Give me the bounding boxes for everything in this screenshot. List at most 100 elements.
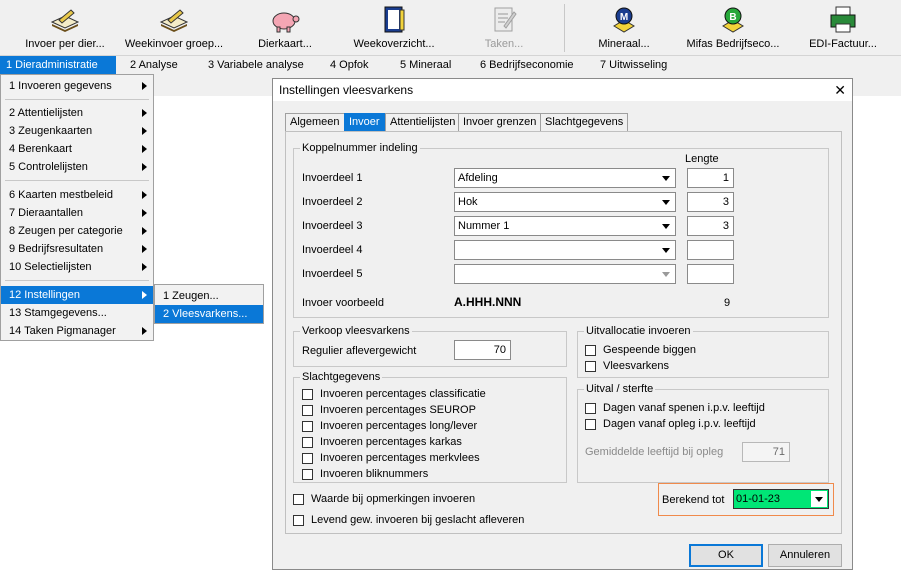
menu-item-label: 5 Controlelijsten xyxy=(9,161,88,173)
chevron-down-icon[interactable] xyxy=(658,170,674,186)
menu-item-taken-pigmanager[interactable]: 14 Taken Pigmanager xyxy=(1,322,153,340)
pig-icon xyxy=(272,12,300,33)
invoerdeel-2-length[interactable]: 3 xyxy=(687,192,734,212)
menu-item-controlelijsten[interactable]: 5 Controlelijsten xyxy=(1,158,153,176)
dierkaart-button[interactable]: Dierkaart... xyxy=(252,0,318,56)
invoerdeel-5-select[interactable] xyxy=(454,264,676,284)
invoerdeel-4-select[interactable] xyxy=(454,240,676,260)
checkbox-label: Waarde bij opmerkingen invoeren xyxy=(311,493,476,505)
invoerdeel-1-label: Invoerdeel 1 xyxy=(302,172,363,184)
tab-invoer[interactable]: Invoer xyxy=(344,113,385,131)
ok-button[interactable]: OK xyxy=(689,544,763,567)
chevron-down-icon[interactable] xyxy=(658,242,674,258)
chevron-down-icon[interactable] xyxy=(811,491,827,507)
invoerdeel-5-length[interactable] xyxy=(687,264,734,284)
invoerdeel-1-select[interactable]: Afdeling xyxy=(454,168,676,188)
weekinvoer-groep-button[interactable]: Weekinvoer groep... xyxy=(120,0,228,56)
menu-item-dieraantallen[interactable]: 7 Dieraantallen xyxy=(1,204,153,222)
checkbox-waarde-opmerkingen[interactable]: Waarde bij opmerkingen invoeren xyxy=(293,493,533,507)
taken-button[interactable]: Taken... xyxy=(474,0,534,56)
menu-bar: 1 Dieradministratie 2 Analyse 3 Variabel… xyxy=(0,56,901,74)
invoerdeel-2-select[interactable]: Hok xyxy=(454,192,676,212)
select-value: 01-01-23 xyxy=(736,493,781,505)
checkbox-box[interactable] xyxy=(585,403,596,414)
submenu-arrow-icon xyxy=(142,263,147,271)
checkbox-percentages-long-lever[interactable]: Invoeren percentages long/lever xyxy=(302,420,502,434)
berekend-tot-select[interactable]: 01-01-23 xyxy=(733,489,829,509)
annuleren-button[interactable]: Annuleren xyxy=(768,544,842,567)
gemiddelde-leeftijd-input[interactable]: 71 xyxy=(742,442,790,462)
mineraal-button[interactable]: M Mineraal... xyxy=(592,0,656,56)
weekoverzicht-button[interactable]: Weekoverzicht... xyxy=(348,0,440,56)
mifas-bedrijfseconomie-button[interactable]: B Mifas Bedrijfseco... xyxy=(684,0,782,56)
menu-item-label: 7 Dieraantallen xyxy=(9,207,83,219)
invoerdeel-3-length[interactable]: 3 xyxy=(687,216,734,236)
tab-invoer-grenzen[interactable]: Invoer grenzen xyxy=(458,113,542,131)
submenu-item-vleesvarkens[interactable]: 2 Vleesvarkens... xyxy=(155,305,263,323)
checkbox-percentages-classificatie[interactable]: Invoeren percentages classificatie xyxy=(302,388,502,402)
menu-item-label: 12 Instellingen xyxy=(9,289,80,301)
edi-factuur-button[interactable]: EDI-Factuur... xyxy=(806,0,880,56)
menu-item-bedrijfsresultaten[interactable]: 9 Bedrijfsresultaten xyxy=(1,240,153,258)
tab-algemeen[interactable]: Algemeen xyxy=(285,113,345,131)
invoerdeel-4-length[interactable] xyxy=(687,240,734,260)
toolbar: Invoer per dier... Weekinvoer groep... D… xyxy=(0,0,901,56)
checkbox-label: Invoeren percentages karkas xyxy=(320,436,462,448)
invoer-per-dier-button[interactable]: Invoer per dier... xyxy=(18,0,112,56)
menu-item-attentielijsten[interactable]: 2 Attentielijsten xyxy=(1,104,153,122)
menu-item-invoeren-gegevens[interactable]: 1 Invoeren gegevens xyxy=(1,77,153,95)
checkbox-box[interactable] xyxy=(302,437,313,448)
close-icon[interactable]: ✕ xyxy=(834,81,846,99)
checkbox-bliknummers[interactable]: Invoeren bliknummers xyxy=(302,468,502,482)
checkbox-percentages-merkvlees[interactable]: Invoeren percentages merkvlees xyxy=(302,452,502,466)
menu-bedrijfseconomie[interactable]: 6 Bedrijfseconomie xyxy=(474,56,580,74)
checkbox-dagen-vanaf-spenen[interactable]: Dagen vanaf spenen i.p.v. leeftijd xyxy=(585,402,815,416)
menu-item-zeugen-per-categorie[interactable]: 8 Zeugen per categorie xyxy=(1,222,153,240)
checkbox-box[interactable] xyxy=(293,515,304,526)
select-value: Nummer 1 xyxy=(458,220,510,232)
checkbox-box[interactable] xyxy=(302,421,313,432)
chevron-down-icon[interactable] xyxy=(658,266,674,282)
invoer-voorbeeld-count: 9 xyxy=(724,297,731,309)
checkbox-dagen-vanaf-opleg[interactable]: Dagen vanaf opleg i.p.v. leeftijd xyxy=(585,418,815,432)
menu-item-kaarten-mestbeleid[interactable]: 6 Kaarten mestbeleid xyxy=(1,186,153,204)
menu-dieradministratie[interactable]: 1 Dieradministratie xyxy=(0,56,116,74)
checkbox-gespeende-biggen[interactable]: Gespeende biggen xyxy=(585,344,785,358)
checkbox-vleesvarkens[interactable]: Vleesvarkens xyxy=(585,360,785,374)
menu-analyse[interactable]: 2 Analyse xyxy=(124,56,184,74)
chevron-down-icon[interactable] xyxy=(658,194,674,210)
checkbox-box[interactable] xyxy=(302,453,313,464)
menu-separator xyxy=(5,180,149,181)
menu-item-berenkaart[interactable]: 4 Berenkaart xyxy=(1,140,153,158)
checkbox-box[interactable] xyxy=(302,389,313,400)
aflevergewicht-input[interactable]: 70 xyxy=(454,340,511,360)
tab-slachtgegevens[interactable]: Slachtgegevens xyxy=(540,113,629,131)
menu-variabele-analyse[interactable]: 3 Variabele analyse xyxy=(202,56,310,74)
svg-text:B: B xyxy=(729,12,736,23)
checkbox-percentages-karkas[interactable]: Invoeren percentages karkas xyxy=(302,436,502,450)
menu-item-stamgegevens[interactable]: 13 Stamgegevens... xyxy=(1,304,153,322)
menu-item-instellingen[interactable]: 12 Instellingen xyxy=(1,286,153,304)
menu-item-label: 4 Berenkaart xyxy=(9,143,72,155)
checkbox-box[interactable] xyxy=(302,469,313,480)
chevron-down-icon[interactable] xyxy=(658,218,674,234)
menu-mineraal[interactable]: 5 Mineraal xyxy=(394,56,457,74)
menu-item-selectielijsten[interactable]: 10 Selectielijsten xyxy=(1,258,153,276)
menu-item-zeugenkaarten[interactable]: 3 Zeugenkaarten xyxy=(1,122,153,140)
checkbox-box[interactable] xyxy=(302,405,313,416)
invoerdeel-3-select[interactable]: Nummer 1 xyxy=(454,216,676,236)
checkbox-box[interactable] xyxy=(585,345,596,356)
invoerdeel-1-length[interactable]: 1 xyxy=(687,168,734,188)
toolbar-label: Invoer per dier... xyxy=(25,38,105,50)
checkbox-percentages-seurop[interactable]: Invoeren percentages SEUROP xyxy=(302,404,502,418)
menu-opfok[interactable]: 4 Opfok xyxy=(324,56,375,74)
submenu-item-zeugen[interactable]: 1 Zeugen... xyxy=(155,287,263,305)
menu-uitwisseling[interactable]: 7 Uitwisseling xyxy=(594,56,673,74)
tab-attentielijsten[interactable]: Attentielijsten xyxy=(385,113,461,131)
checkbox-box[interactable] xyxy=(585,419,596,430)
checkbox-box[interactable] xyxy=(293,494,304,505)
checkbox-box[interactable] xyxy=(585,361,596,372)
submenu-arrow-icon xyxy=(142,191,147,199)
checkbox-levend-gewicht[interactable]: Levend gew. invoeren bij geslacht afleve… xyxy=(293,514,573,528)
checkbox-label: Levend gew. invoeren bij geslacht afleve… xyxy=(311,514,525,526)
